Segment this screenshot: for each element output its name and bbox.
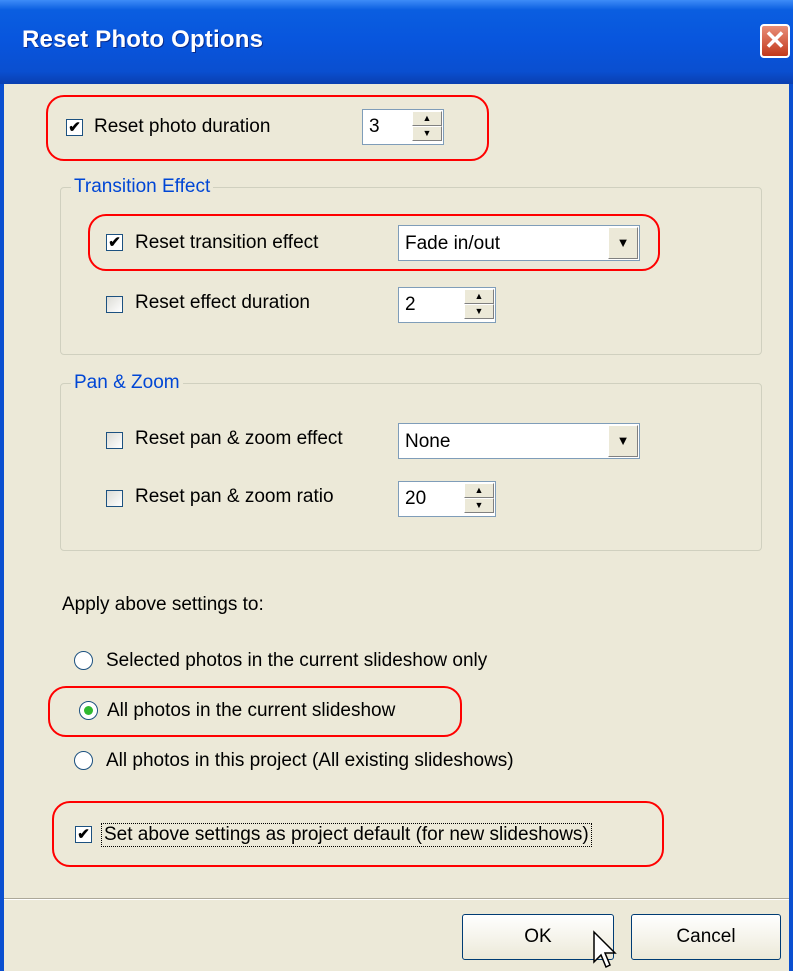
project-default-label[interactable]: Set above settings as project default (f…	[101, 823, 592, 847]
pan-zoom-ratio-checkbox[interactable]	[106, 490, 123, 507]
spin-down-icon[interactable]: ▼	[464, 498, 494, 513]
radio-current-slideshow-label[interactable]: All photos in the current slideshow	[107, 700, 395, 722]
effect-duration-spinner[interactable]: 2 ▲ ▼	[398, 287, 496, 323]
photo-duration-label: Reset photo duration	[94, 116, 271, 137]
pan-zoom-effect-checkbox[interactable]	[106, 432, 123, 449]
transition-effect-checkbox[interactable]: ✔	[106, 234, 123, 251]
title-bar[interactable]: Reset Photo Options ✕	[0, 0, 793, 84]
pan-zoom-effect-label: Reset pan & zoom effect	[135, 428, 343, 449]
spin-up-icon[interactable]: ▲	[412, 111, 442, 126]
pan-zoom-ratio-label: Reset pan & zoom ratio	[135, 486, 334, 507]
close-icon: ✕	[764, 25, 786, 55]
spin-up-icon[interactable]: ▲	[464, 483, 494, 498]
spin-up-icon[interactable]: ▲	[464, 289, 494, 304]
effect-duration-value[interactable]: 2	[405, 294, 416, 316]
transition-effect-label: Reset transition effect	[135, 232, 319, 253]
close-button[interactable]: ✕	[760, 24, 790, 58]
transition-effect-dropdown[interactable]: Fade in/out ▼	[398, 225, 640, 261]
radio-selected-photos-label[interactable]: Selected photos in the current slideshow…	[106, 650, 487, 672]
mouse-cursor-icon	[593, 930, 617, 969]
radio-all-project[interactable]	[74, 751, 93, 770]
pan-zoom-ratio-spinner[interactable]: 20 ▲ ▼	[398, 481, 496, 517]
apply-heading: Apply above settings to:	[62, 594, 264, 615]
transition-effect-group	[60, 187, 762, 355]
transition-effect-title: Transition Effect	[71, 176, 214, 198]
transition-effect-value: Fade in/out	[405, 233, 501, 254]
effect-duration-label: Reset effect duration	[135, 292, 310, 313]
check-icon: ✔	[108, 234, 121, 251]
effect-duration-checkbox[interactable]	[106, 296, 123, 313]
dialog-title: Reset Photo Options	[22, 26, 264, 53]
radio-selected-photos[interactable]	[74, 651, 93, 670]
check-icon: ✔	[68, 119, 81, 136]
button-separator	[4, 898, 789, 900]
radio-dot-icon	[84, 706, 93, 715]
chevron-down-icon[interactable]: ▼	[608, 227, 638, 259]
photo-duration-checkbox[interactable]: ✔	[66, 119, 83, 136]
pan-zoom-effect-dropdown[interactable]: None ▼	[398, 423, 640, 459]
check-icon: ✔	[77, 826, 90, 843]
photo-duration-spinner[interactable]: 3 ▲ ▼	[362, 109, 444, 145]
chevron-down-icon[interactable]: ▼	[608, 425, 638, 457]
radio-all-project-label[interactable]: All photos in this project (All existing…	[106, 750, 514, 772]
pan-zoom-effect-value: None	[405, 431, 451, 452]
pan-zoom-group	[60, 383, 762, 551]
pan-zoom-ratio-value[interactable]: 20	[405, 488, 426, 510]
cancel-button[interactable]: Cancel	[631, 914, 781, 960]
radio-current-slideshow[interactable]	[79, 701, 98, 720]
project-default-checkbox[interactable]: ✔	[75, 826, 92, 843]
pan-zoom-title: Pan & Zoom	[71, 372, 183, 394]
spin-down-icon[interactable]: ▼	[464, 304, 494, 319]
photo-duration-value[interactable]: 3	[369, 116, 380, 138]
spin-down-icon[interactable]: ▼	[412, 126, 442, 141]
